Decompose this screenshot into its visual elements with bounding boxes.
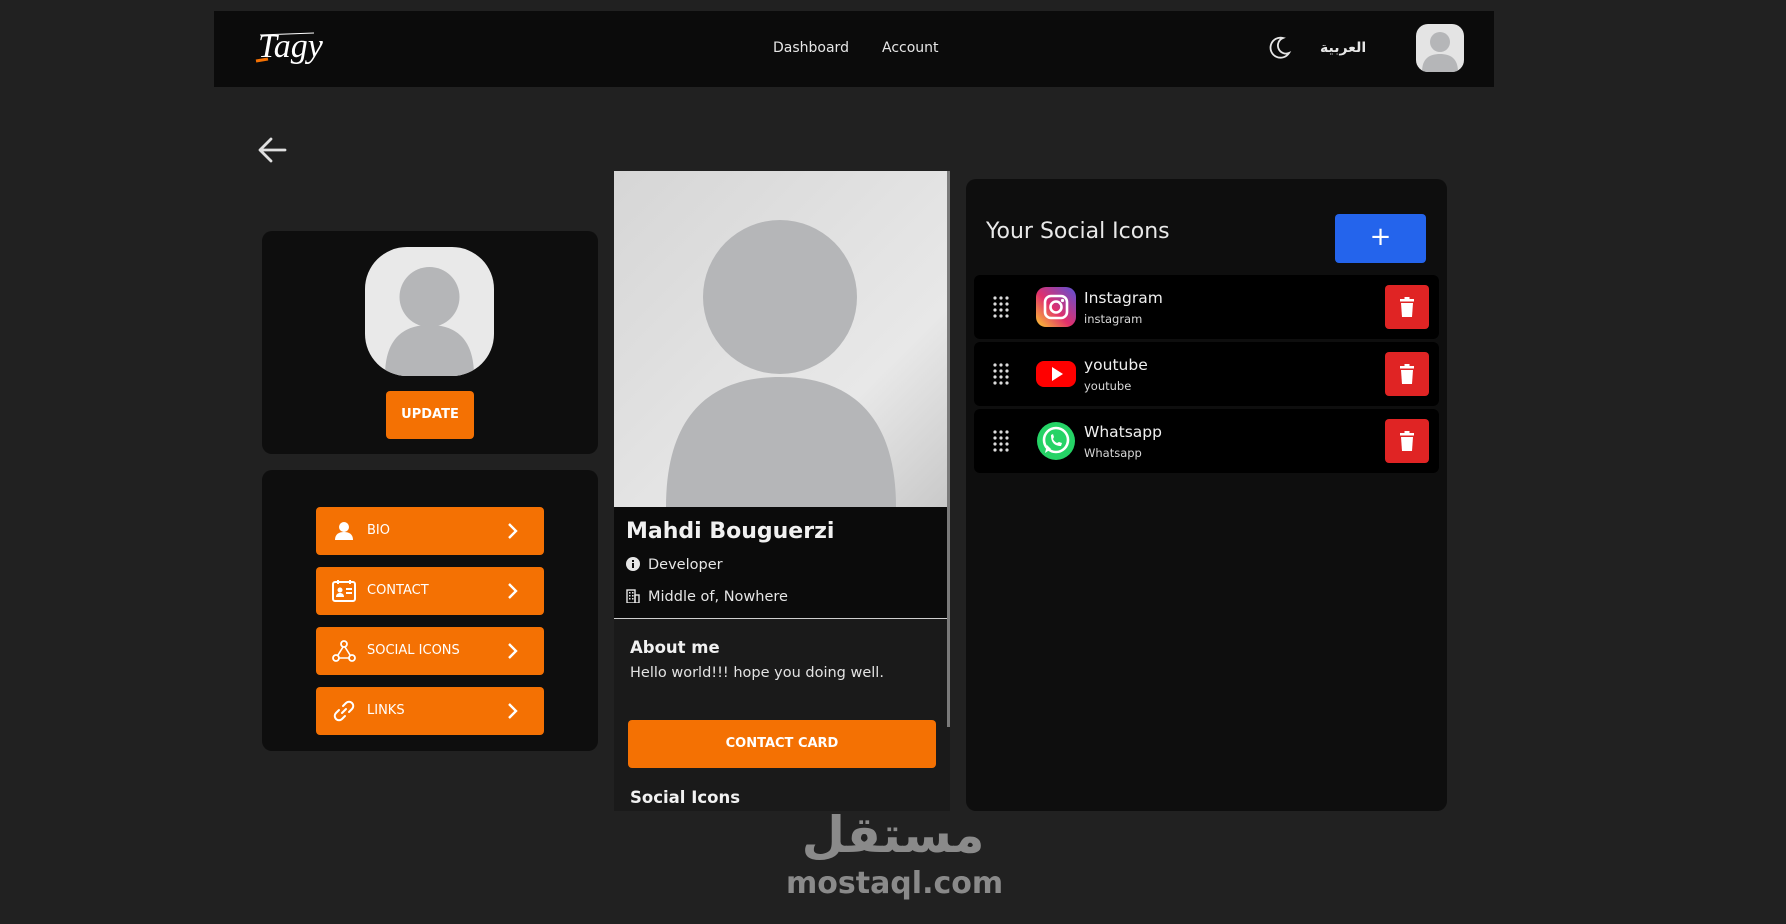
user-avatar-icon[interactable] bbox=[1416, 24, 1464, 72]
menu-item-bio[interactable]: BIO bbox=[316, 507, 544, 555]
trash-icon bbox=[1400, 431, 1414, 451]
menu-item-contact[interactable]: CONTACT bbox=[316, 567, 544, 615]
nav-link-account[interactable]: Account bbox=[882, 40, 939, 56]
update-photo-button[interactable]: UPDATE bbox=[386, 391, 474, 439]
social-icons-heading: Your Social Icons bbox=[986, 219, 1170, 244]
arrow-left-icon[interactable] bbox=[255, 134, 291, 166]
contact-card-icon bbox=[332, 579, 356, 603]
trash-icon bbox=[1400, 364, 1414, 384]
trash-icon bbox=[1400, 297, 1414, 317]
social-handle: youtube bbox=[1084, 379, 1132, 393]
delete-button[interactable] bbox=[1385, 285, 1429, 329]
moon-icon[interactable] bbox=[1264, 33, 1294, 63]
user-icon bbox=[332, 519, 356, 543]
building-icon bbox=[626, 589, 640, 604]
watermark-latin: mostaql.com bbox=[786, 866, 1004, 901]
social-row-instagram[interactable]: Instagram instagram bbox=[974, 275, 1439, 339]
social-row-whatsapp[interactable]: Whatsapp Whatsapp bbox=[974, 409, 1439, 473]
info-icon bbox=[626, 557, 640, 571]
profile-avatar bbox=[365, 247, 494, 376]
menu-item-links[interactable]: LINKS bbox=[316, 687, 544, 735]
chevron-right-icon bbox=[502, 581, 522, 601]
add-social-icon-button[interactable]: + bbox=[1335, 214, 1426, 263]
watermark-arabic: مستقل bbox=[801, 806, 985, 864]
preview-social-title: Social Icons bbox=[630, 788, 741, 807]
edit-menu-panel: BIO CONTACT SOCIAL ICONS LINKS bbox=[262, 470, 598, 751]
about-title: About me bbox=[630, 638, 720, 657]
social-row-youtube[interactable]: youtube youtube bbox=[974, 342, 1439, 406]
social-name: Instagram bbox=[1084, 289, 1163, 307]
share-nodes-icon bbox=[332, 639, 356, 663]
drag-handle-icon[interactable] bbox=[992, 295, 1010, 319]
contact-card-button[interactable]: CONTACT CARD bbox=[628, 720, 936, 768]
preview-profile-photo bbox=[614, 171, 947, 507]
top-navbar: Tagy Dashboard Account العربية bbox=[214, 11, 1494, 87]
whatsapp-icon bbox=[1036, 421, 1076, 461]
instagram-icon bbox=[1036, 287, 1076, 327]
job-line: Developer bbox=[626, 557, 723, 573]
drag-handle-icon[interactable] bbox=[992, 362, 1010, 386]
chevron-right-icon bbox=[502, 701, 522, 721]
social-name: Whatsapp bbox=[1084, 423, 1162, 441]
profile-preview[interactable]: Mahdi Bouguerzi Developer Middle of, Now… bbox=[614, 171, 950, 811]
link-icon bbox=[332, 699, 356, 723]
social-icons-panel: Your Social Icons + Instagram instagram … bbox=[966, 179, 1447, 811]
social-handle: Whatsapp bbox=[1084, 446, 1142, 460]
preview-info: Mahdi Bouguerzi Developer Middle of, Now… bbox=[614, 507, 947, 619]
profile-photo-panel: UPDATE bbox=[262, 231, 598, 454]
preview-scrollbar[interactable] bbox=[947, 171, 950, 727]
tagy-logo[interactable]: Tagy bbox=[254, 23, 326, 73]
chevron-right-icon bbox=[502, 521, 522, 541]
menu-item-label: BIO bbox=[367, 523, 390, 538]
location-line: Middle of, Nowhere bbox=[626, 589, 788, 605]
delete-button[interactable] bbox=[1385, 352, 1429, 396]
menu-item-social-icons[interactable]: SOCIAL ICONS bbox=[316, 627, 544, 675]
menu-item-label: CONTACT bbox=[367, 583, 429, 598]
delete-button[interactable] bbox=[1385, 419, 1429, 463]
youtube-icon bbox=[1036, 354, 1076, 394]
social-handle: instagram bbox=[1084, 312, 1143, 326]
profile-location: Middle of, Nowhere bbox=[648, 589, 788, 605]
drag-handle-icon[interactable] bbox=[992, 429, 1010, 453]
profile-name: Mahdi Bouguerzi bbox=[626, 519, 835, 544]
mostaql-watermark: مستقل mostaql.com bbox=[786, 800, 1004, 910]
menu-item-label: SOCIAL ICONS bbox=[367, 643, 460, 658]
about-text: Hello world!!! hope you doing well. bbox=[630, 665, 884, 681]
social-name: youtube bbox=[1084, 356, 1148, 374]
nav-link-dashboard[interactable]: Dashboard bbox=[773, 40, 849, 56]
language-switch[interactable]: العربية bbox=[1320, 40, 1366, 56]
menu-item-label: LINKS bbox=[367, 703, 405, 718]
profile-job: Developer bbox=[648, 557, 723, 573]
chevron-right-icon bbox=[502, 641, 522, 661]
